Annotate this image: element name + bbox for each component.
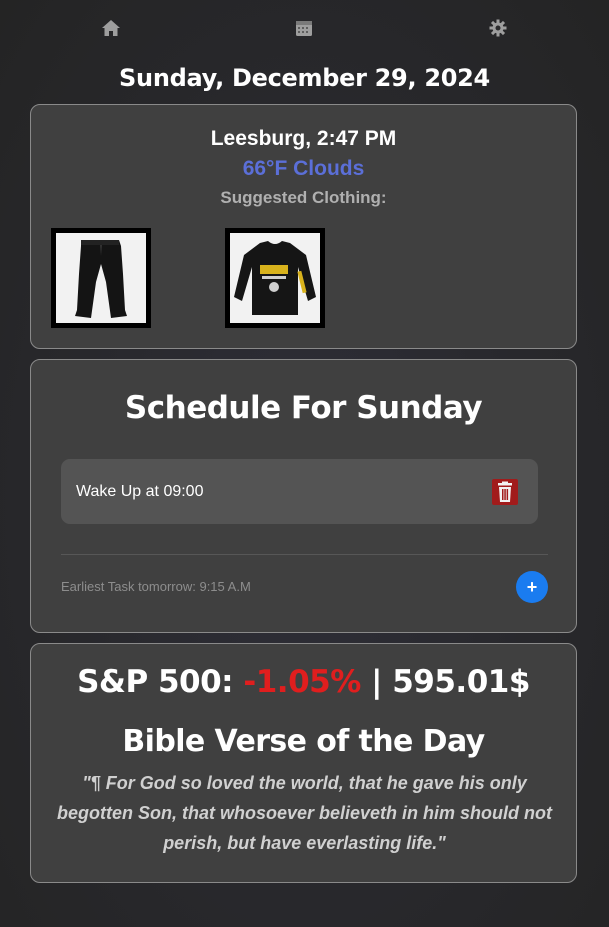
suggested-clothing-label: Suggested Clothing: xyxy=(220,188,387,207)
task-item[interactable]: Wake Up at 09:00 xyxy=(61,459,538,524)
sp500-price: 595.01$ xyxy=(392,664,530,700)
top-nav xyxy=(0,0,609,55)
sp500-change: -1.05% xyxy=(243,664,361,700)
divider xyxy=(61,554,548,555)
temperature-condition: 66°F Clouds xyxy=(242,157,365,180)
trash-icon[interactable] xyxy=(492,479,518,505)
info-card: S&P 500: -1.05% | 595.01$ Bible Verse of… xyxy=(30,643,577,883)
weather-card: Leesburg, 2:47 PM 66°F Clouds Suggested … xyxy=(30,104,577,349)
sweatpants-image xyxy=(56,233,146,323)
schedule-card: Schedule For Sunday Wake Up at 09:00 Ear… xyxy=(30,359,577,633)
home-icon[interactable] xyxy=(100,17,122,39)
sp500-label: S&P 500: xyxy=(77,664,234,700)
current-date: Sunday, December 29, 2024 xyxy=(119,64,490,92)
task-label: Wake Up at 09:00 xyxy=(76,483,204,500)
bible-verse-text: "¶ For God so loved the world, that he g… xyxy=(56,773,553,853)
schedule-title: Schedule For Sunday xyxy=(124,390,483,426)
calendar-icon[interactable] xyxy=(293,17,315,39)
clothing-item-sweatpants xyxy=(51,228,151,328)
sp500-line: S&P 500: -1.05% | 595.01$ xyxy=(31,664,576,700)
clothing-item-shirt xyxy=(225,228,325,328)
earliest-task-tomorrow: Earliest Task tomorrow: 9:15 A.M xyxy=(61,579,251,594)
steelers-long-sleeve-shirt-image xyxy=(230,233,320,323)
sp500-separator: | xyxy=(371,664,382,700)
settings-gear-icon[interactable] xyxy=(487,17,509,39)
add-task-button[interactable]: + xyxy=(516,571,548,603)
location-time: Leesburg, 2:47 PM xyxy=(210,127,397,150)
bible-verse-title: Bible Verse of the Day xyxy=(122,724,485,759)
